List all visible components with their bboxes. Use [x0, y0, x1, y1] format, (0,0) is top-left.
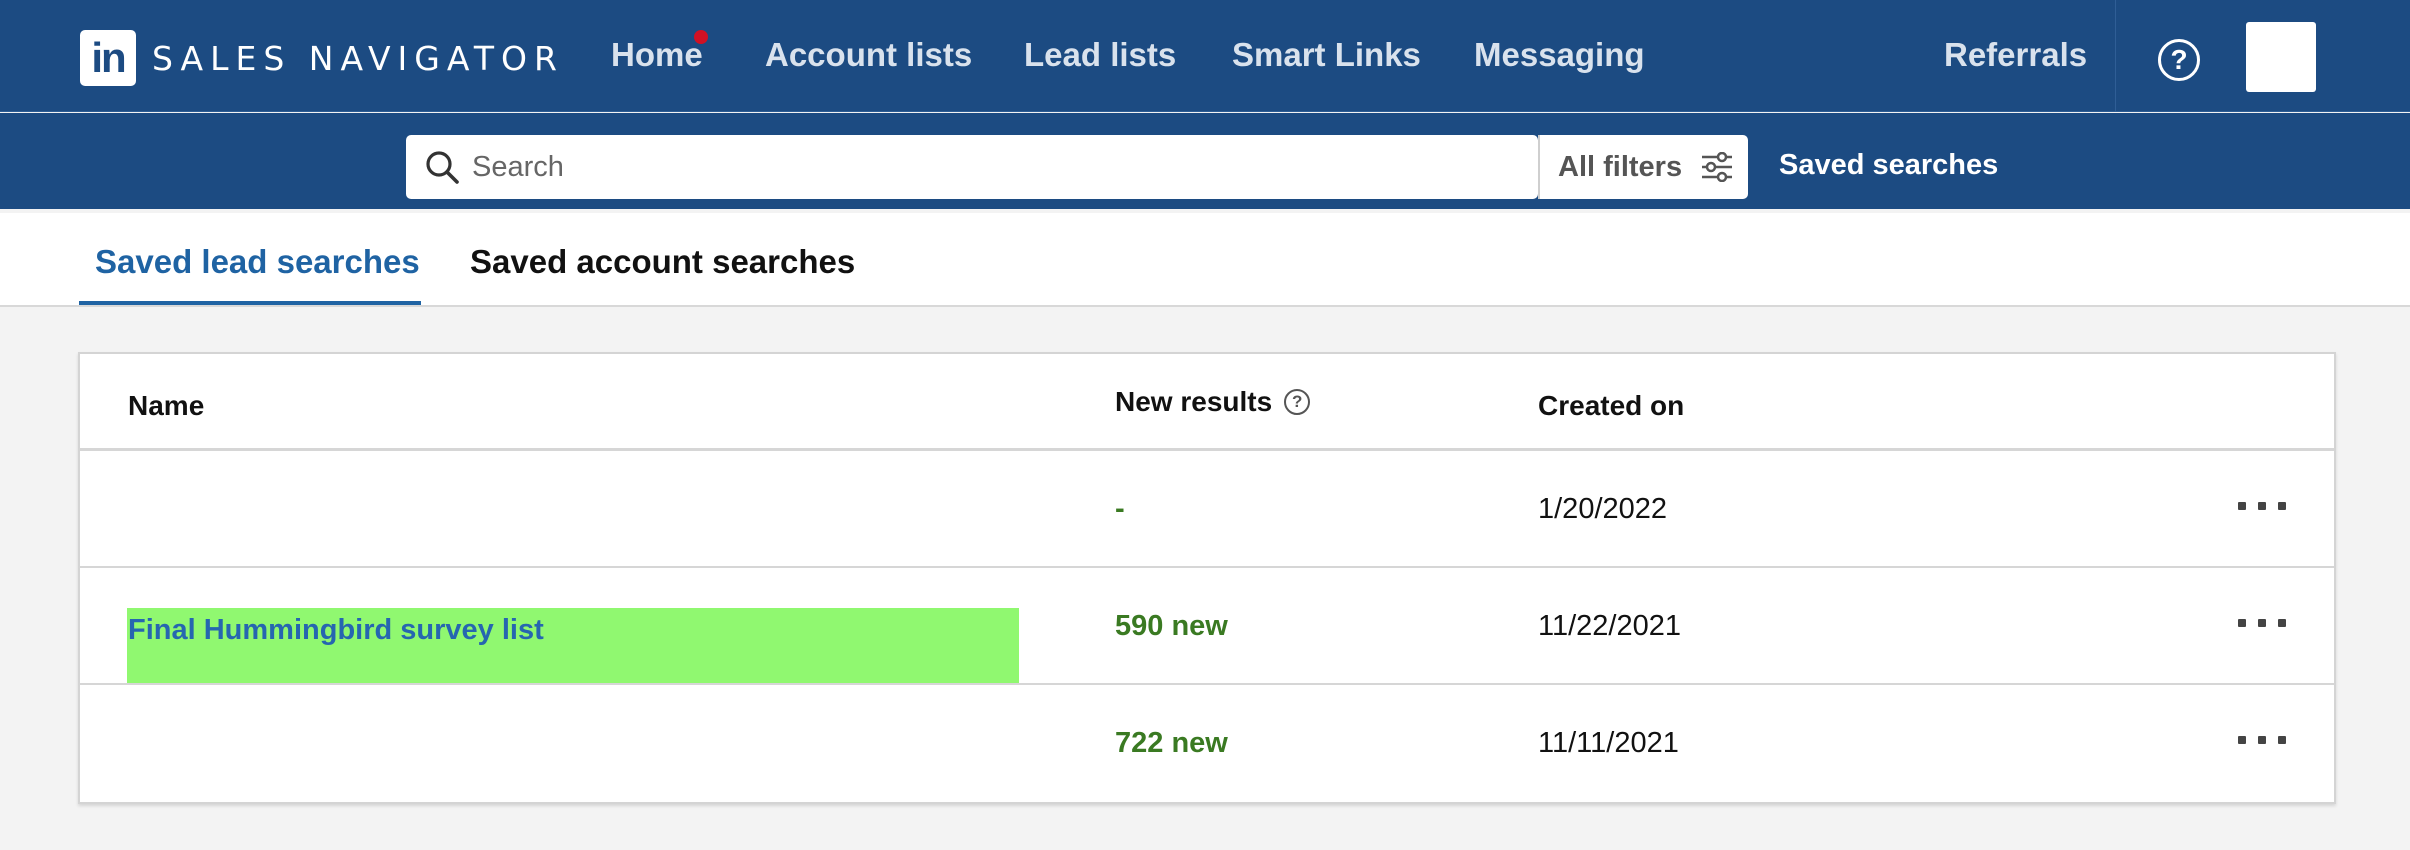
nav-item-lead-lists[interactable]: Lead lists	[1024, 36, 1176, 74]
avatar[interactable]	[2246, 22, 2316, 92]
column-header-created-on: Created on	[1538, 390, 1685, 421]
question-circle-icon[interactable]: ?	[2158, 39, 2200, 81]
column-header-new-results: New results ?	[1115, 386, 1311, 418]
dot-icon	[2278, 502, 2286, 510]
new-results-value[interactable]: 590 new	[1115, 610, 1228, 643]
more-options-button[interactable]	[2238, 725, 2286, 755]
table-row: - 1/20/2022	[80, 451, 2334, 568]
dot-icon	[2258, 502, 2266, 510]
notification-dot	[694, 30, 708, 44]
top-navigation: in SALES NAVIGATOR Home Account lists Le…	[0, 0, 2410, 112]
created-on-value: 11/22/2021	[1538, 610, 1681, 642]
dot-icon	[2238, 502, 2246, 510]
tab-bar: Saved lead searches Saved account search…	[0, 213, 2410, 307]
created-on-value: 1/20/2022	[1538, 493, 1668, 525]
all-filters-button[interactable]: All filters	[1538, 135, 1748, 199]
nav-item-messaging[interactable]: Messaging	[1474, 36, 1645, 74]
dot-icon	[2258, 619, 2266, 627]
new-results-value[interactable]: 722 new	[1115, 727, 1228, 760]
tab-saved-account-searches[interactable]: Saved account searches	[470, 243, 855, 281]
search-box[interactable]	[406, 135, 1538, 199]
active-tab-indicator	[79, 301, 421, 305]
info-icon[interactable]: ?	[1284, 389, 1311, 415]
saved-searches-table: Name New results ? Created on - 1/20/202…	[78, 352, 2336, 804]
more-options-button[interactable]	[2238, 608, 2286, 638]
search-input[interactable]	[472, 135, 1512, 199]
sales-navigator-logo[interactable]: in SALES NAVIGATOR	[80, 30, 564, 86]
product-name: SALES NAVIGATOR	[152, 38, 564, 78]
dot-icon	[2238, 736, 2246, 744]
table-row: Final Hummingbird survey list 590 new 11…	[80, 568, 2334, 685]
nav-item-smart-links[interactable]: Smart Links	[1232, 36, 1421, 74]
search-bar: All filters Saved searches	[0, 113, 2410, 209]
saved-searches-link[interactable]: Saved searches	[1779, 149, 1998, 182]
column-header-new-results-label: New results	[1115, 386, 1273, 417]
nav-item-account-lists[interactable]: Account lists	[765, 36, 972, 74]
dot-icon	[2258, 736, 2266, 744]
linkedin-logo-icon: in	[80, 30, 136, 86]
table-row: 722 new 11/11/2021	[80, 685, 2334, 802]
new-results-value: -	[1115, 493, 1125, 525]
sliders-icon	[1702, 152, 1733, 182]
dot-icon	[2278, 619, 2286, 627]
search-icon	[426, 151, 459, 184]
nav-item-home[interactable]: Home	[611, 36, 703, 74]
dot-icon	[2238, 619, 2246, 627]
column-header-name: Name	[128, 390, 205, 421]
search-name-link[interactable]: Final Hummingbird survey list	[128, 614, 544, 647]
more-options-button[interactable]	[2238, 491, 2286, 521]
all-filters-label: All filters	[1558, 150, 1683, 183]
dot-icon	[2278, 736, 2286, 744]
created-on-value: 11/11/2021	[1538, 727, 1679, 759]
tab-saved-lead-searches[interactable]: Saved lead searches	[95, 243, 420, 281]
nav-divider	[2115, 0, 2116, 112]
nav-item-referrals[interactable]: Referrals	[1944, 36, 2087, 74]
